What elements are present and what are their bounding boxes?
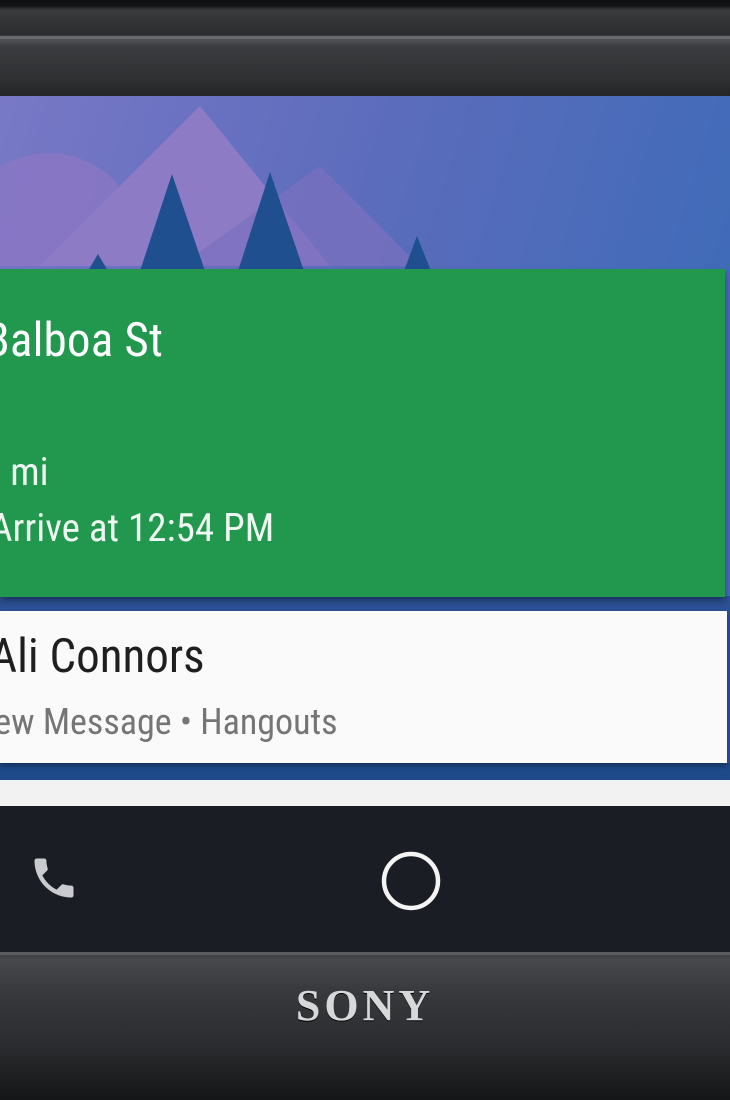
head-unit-bottom-bezel: SONY <box>0 952 730 1100</box>
arrival-time: Arrive at 12:54 PM <box>0 505 275 551</box>
message-source: New Message • Hangouts <box>0 701 338 743</box>
next-card-peek[interactable] <box>0 780 730 806</box>
home-circle-icon <box>381 851 441 911</box>
destination-street: Balboa St <box>0 313 164 368</box>
android-auto-screen: Balboa St 2 mi Arrive at 12:54 PM Ali Co… <box>0 96 730 806</box>
bezel-highlight <box>0 36 730 39</box>
brand-logo: SONY <box>295 981 435 1030</box>
bezel-edge <box>0 952 730 955</box>
home-button[interactable] <box>376 846 446 916</box>
phone-icon <box>34 858 74 898</box>
distance-remaining: 2 mi <box>0 449 49 495</box>
phone-button[interactable] <box>22 846 86 910</box>
navigation-card[interactable]: Balboa St 2 mi Arrive at 12:54 PM <box>0 269 725 597</box>
head-unit-top-bezel <box>0 0 730 96</box>
bottom-navigation-bar <box>0 806 730 952</box>
message-notification-card[interactable]: Ali Connors New Message • Hangouts <box>0 611 727 763</box>
message-sender: Ali Connors <box>0 629 205 684</box>
